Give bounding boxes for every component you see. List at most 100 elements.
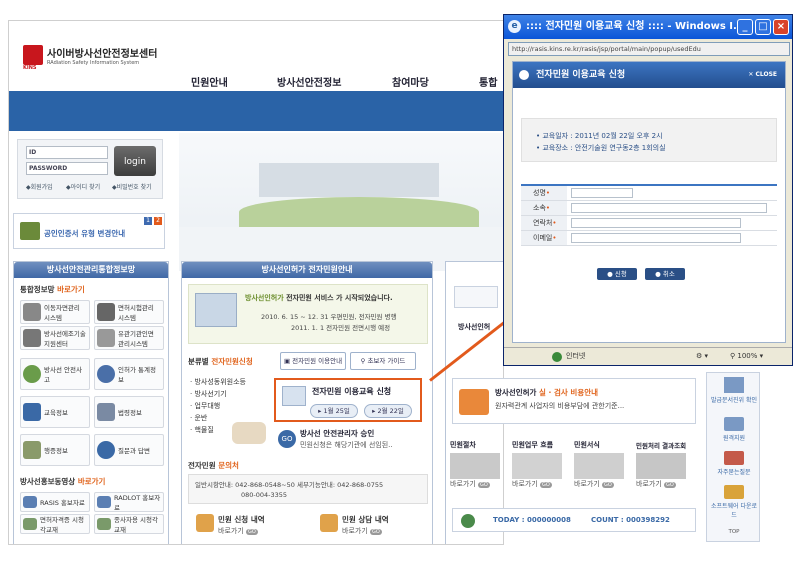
left-panel: 방사선안전관리통합정보망 통합정보망 바로가기 이동자면관리 시스템 면허시험관… (13, 261, 169, 544)
beginner-guide-button[interactable]: ⚲ 초보자 가이드 (350, 352, 416, 370)
submit-button[interactable]: ● 신청 (597, 268, 637, 280)
header-band (9, 91, 503, 131)
nav-item-0[interactable]: 민원안내 (191, 74, 228, 89)
phone-input[interactable] (571, 218, 741, 228)
quick-top[interactable]: TOP (709, 529, 759, 535)
tile-link[interactable]: 바로가기 GO (574, 479, 632, 489)
visitor-counter: TODAY : 000000008 COUNT : 000398292 (452, 508, 696, 532)
org-label: 소속• (521, 201, 567, 215)
cancel-button[interactable]: ● 취소 (645, 268, 685, 280)
popup-titlebar[interactable]: e :::: 전자민원 이용교육 신청 :::: - Windows I... … (504, 15, 792, 39)
cost-promo[interactable]: 방사선인허가 실 · 검사 비용안내 원자력관계 사업자의 비용부담에 관한기준… (452, 378, 696, 424)
usage-guide-button[interactable]: ▣ 전자민원 이용안내 (280, 352, 346, 370)
system-tile-3[interactable]: 유관기관인면 관리시스템 (94, 326, 164, 350)
minimize-button[interactable]: _ (737, 19, 753, 35)
bullet-icon (519, 69, 529, 80)
calculator-icon (459, 389, 489, 415)
globe-icon (461, 514, 475, 528)
edu-signup-box[interactable]: 전자민원 이용교육 신청 ▸ 1월 25일 ▸ 2월 22일 (274, 378, 422, 422)
service-tile-1[interactable]: 민원업무 흐름 바로가기 GO (512, 440, 570, 489)
category-item[interactable]: · 업무대행 (190, 400, 246, 412)
address-bar-row: http://rasis.kins.re.kr/rasis/jsp/portal… (506, 41, 792, 57)
tile-link[interactable]: 바로가기 GO (636, 479, 696, 489)
edu-place-info: • 교육장소 : 안전기술원 연구동2층 1회의실 (536, 144, 666, 152)
popup-content: 전자민원 이용교육 신청 ✕ CLOSE • 교육일자 : 2011년 02월 … (512, 61, 786, 343)
popup-close-link[interactable]: ✕ CLOSE (748, 62, 777, 88)
video-tile-3[interactable]: 종사자용 시청각교재 (94, 514, 164, 534)
flow-photo (512, 453, 562, 479)
law-icon (97, 403, 115, 421)
nav-item-1[interactable]: 방사선안전정보 (277, 74, 341, 89)
maximize-button[interactable]: □ (755, 19, 771, 35)
system-tile-1[interactable]: 면허시험관리 시스템 (94, 300, 164, 324)
service-tile-0[interactable]: 민원절차 바로가기 GO (450, 440, 508, 489)
login-button[interactable]: login (114, 146, 156, 176)
recycle-icon (23, 365, 41, 383)
org-input[interactable] (571, 203, 767, 213)
address-bar[interactable]: http://rasis.kins.re.kr/rasis/jsp/portal… (508, 42, 790, 56)
left-panel-title: 방사선안전관리통합정보망 (14, 262, 168, 278)
menu-tile-0[interactable]: 방사선 안전사고 (20, 358, 90, 390)
consult-history-title: 민원 상담 내역 (342, 515, 389, 524)
menu-tile-3[interactable]: 법령정보 (94, 396, 164, 428)
consult-history-link[interactable]: 바로가기 GO (342, 526, 382, 536)
menu-tile-2[interactable]: 교육정보 (20, 396, 90, 428)
video-tile-2[interactable]: 면허자격증 시청각교재 (20, 514, 90, 534)
email-input[interactable] (571, 233, 741, 243)
contact-heading: 전자민원 문의처 (188, 461, 239, 470)
quick-software-download[interactable]: 소프트웨어 다운로드 (709, 501, 759, 519)
quick-doc-verify[interactable]: 발급문서진위 확인 (709, 395, 759, 404)
approval-title[interactable]: 방사선 안전관리자 승인 (300, 428, 374, 439)
id-field[interactable]: ID (26, 146, 108, 159)
edu-date-feb[interactable]: ▸ 2월 22일 (364, 404, 412, 418)
zoom-control[interactable]: ⚲ 100% ▾ (730, 348, 763, 365)
tile-link[interactable]: 바로가기 GO (512, 479, 570, 489)
nav-item-2[interactable]: 참여마당 (392, 74, 429, 89)
cert-page-1[interactable]: 1 (144, 217, 152, 225)
internet-globe-icon (552, 352, 562, 362)
password-field[interactable]: PASSWORD (26, 162, 108, 175)
request-history-link[interactable]: 바로가기 GO (218, 526, 258, 536)
service-tile-2[interactable]: 민원서식 바로가기 GO (574, 440, 632, 489)
form-row-org: 소속• (521, 201, 777, 216)
result-photo (636, 453, 686, 479)
edu-date-jan[interactable]: ▸ 1월 25일 (310, 404, 358, 418)
site-title[interactable]: 사이버방사선안전정보센터 (47, 45, 157, 60)
category-item[interactable]: · 방사선기기 (190, 388, 246, 400)
menu-tile-4[interactable]: 행증정보 (20, 434, 90, 466)
video-tile-1[interactable]: RADLOT 홍보자료 (94, 492, 164, 512)
find-id-link[interactable]: ◆아이디 찾기 (66, 182, 100, 191)
menu-tile-1[interactable]: 인허가 통계정보 (94, 358, 164, 390)
signup-link[interactable]: ◆회원가입 (26, 182, 53, 191)
procedure-photo (450, 453, 500, 479)
popup-window: e :::: 전자민원 이용교육 신청 :::: - Windows I... … (503, 14, 793, 366)
license-icon (97, 303, 115, 321)
quick-remote-support[interactable]: 원격지원 (709, 433, 759, 442)
policy-icon (23, 441, 41, 459)
center-panel-title: 방사선인허가 전자민원안내 (182, 262, 432, 278)
question-icon (97, 441, 115, 459)
menu-tile-5[interactable]: 질문과 답변 (94, 434, 164, 466)
logo-kins: KINS (23, 65, 37, 71)
hand-doc-icon (196, 514, 214, 532)
today-count: TODAY : 000000008 (493, 516, 571, 524)
cert-page-2[interactable]: 2 (154, 217, 162, 225)
system-tile-0[interactable]: 이동자면관리 시스템 (20, 300, 90, 324)
radiation-icon (23, 329, 41, 347)
form-row-email: 이메일• (521, 231, 777, 246)
window-close-button[interactable]: × (773, 19, 789, 35)
tile-link[interactable]: 바로가기 GO (450, 479, 508, 489)
category-item[interactable]: · 방사성동위원소등 (190, 376, 246, 388)
find-password-link[interactable]: ◆비밀번호 찾기 (112, 182, 152, 191)
video-tile-0[interactable]: RASIS 홍보자료 (20, 492, 90, 512)
cert-banner[interactable]: 공인인증서 유형 변경안내 1 2 (13, 213, 165, 249)
status-bar: 인터넷 ⚙ ▾ ⚲ 100% ▾ (504, 347, 792, 365)
category-heading: 분류별 전자민원신청 (188, 357, 253, 366)
quick-faq[interactable]: 자주묻는질문 (709, 467, 759, 476)
system-tile-2[interactable]: 방사선에조기술 지원센터 (20, 326, 90, 350)
protected-mode-icon[interactable]: ⚙ ▾ (696, 348, 708, 365)
video-icon (23, 496, 37, 508)
service-tile-3[interactable]: 민원처리 결과조회 바로가기 GO (636, 440, 696, 489)
nav-item-3[interactable]: 통합 (479, 74, 497, 89)
name-input[interactable] (571, 188, 633, 198)
